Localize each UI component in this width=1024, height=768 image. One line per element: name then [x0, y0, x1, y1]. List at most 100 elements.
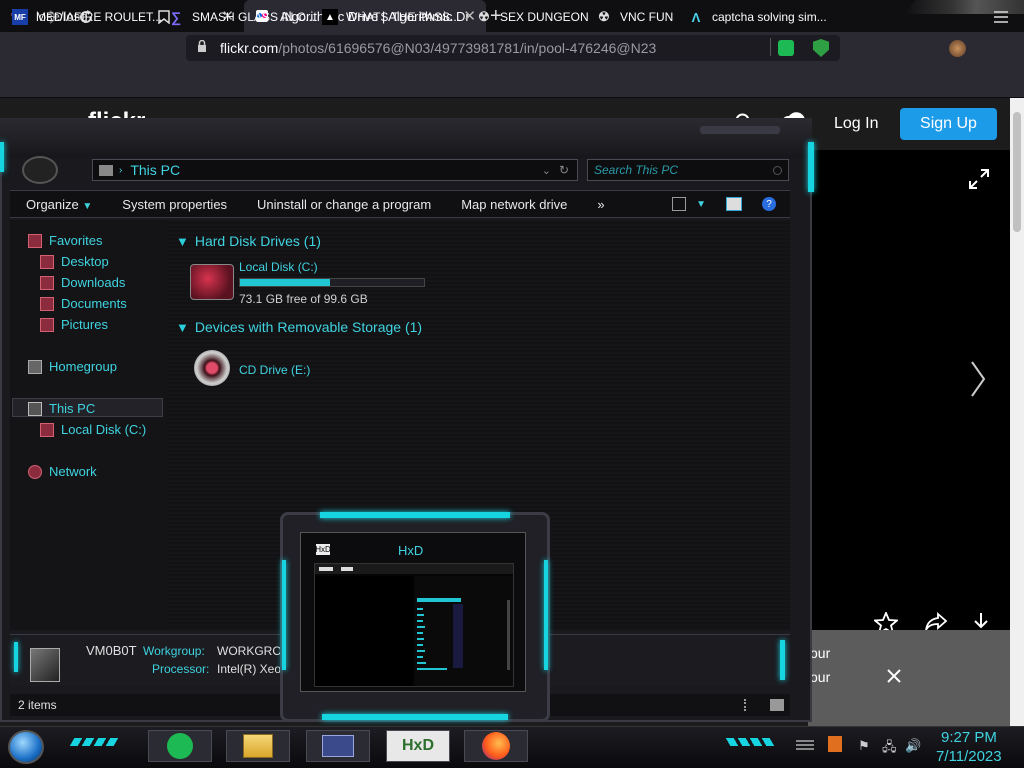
hxd-taskbar-icon: HxD [401, 737, 434, 754]
signup-button[interactable]: Sign Up [900, 108, 997, 140]
organize-button[interactable]: Organize ▼ [26, 197, 92, 212]
next-photo-icon[interactable] [970, 360, 986, 408]
bookmark-whats-the-pass[interactable]: ▲ WHATS THE PASS... [322, 8, 460, 26]
bookmark-label: VNC FUN [620, 10, 674, 24]
taskbar-app-notes[interactable] [148, 730, 212, 762]
address-text: This PC [130, 162, 181, 178]
nav-homegroup[interactable]: Homegroup [28, 359, 117, 374]
cd-drive-label[interactable]: CD Drive (E:) [239, 363, 310, 377]
show-desktop-icon[interactable] [796, 740, 814, 752]
nav-network[interactable]: Network [28, 464, 97, 479]
bookmark-label: WHATS THE PASS... [346, 10, 461, 24]
bookmark-label: SMASH GLASS IN C... [192, 10, 316, 24]
group-header-hdd[interactable]: ▼ Hard Disk Drives (1) [176, 233, 321, 249]
url-path: /photos/61696576@N03/49773981781/in/pool… [278, 40, 657, 56]
bookmark-label: captcha solving sim... [712, 10, 827, 24]
network-tray-icon[interactable]: 🖧 [882, 738, 897, 760]
hazard-icon: ☢ [478, 9, 490, 24]
close-icon[interactable] [886, 664, 902, 690]
bookmark-vnc-fun[interactable]: ☢ VNC FUN [596, 8, 673, 26]
hxd-window-preview[interactable] [314, 563, 514, 687]
nav-desktop[interactable]: Desktop [40, 254, 109, 269]
extension-icon[interactable] [778, 40, 794, 56]
collapse-icon: ▼ [176, 319, 189, 335]
cookie-banner [808, 630, 1010, 726]
frame-accent [808, 142, 814, 192]
close-tab-icon[interactable]: ✕ [463, 7, 476, 25]
nav-pictures[interactable]: Pictures [40, 317, 108, 332]
computer-icon [30, 648, 60, 682]
explorer-titlebar [0, 118, 812, 158]
hard-drive-icon[interactable] [190, 264, 234, 300]
details-view-icon[interactable] [744, 699, 754, 711]
hxd-app-icon: HxD [315, 544, 331, 555]
processor-value: Intel(R) Xeon [217, 662, 288, 676]
view-options-icon[interactable] [672, 197, 687, 211]
collapse-icon: ▼ [176, 233, 189, 249]
uninstall-program-button[interactable]: Uninstall or change a program [257, 197, 431, 212]
avatar[interactable] [949, 40, 966, 57]
expand-icon[interactable] [968, 168, 990, 196]
lock-icon[interactable] [197, 39, 207, 56]
url-bar[interactable]: flickr.com/photos/61696576@N03/497739817… [186, 35, 840, 61]
captcha-icon: Λ [691, 9, 701, 25]
downloads-icon [40, 275, 54, 290]
app-tray-icon[interactable] [828, 736, 842, 752]
bookmark-captcha[interactable]: Λ captcha solving sim... [688, 8, 827, 26]
volume-icon[interactable]: 🔊 [905, 738, 921, 754]
taskbar-app-hxd[interactable]: HxD [386, 730, 450, 762]
chevron-down-icon: ▼ [82, 200, 93, 212]
nav-downloads[interactable]: Downloads [40, 275, 125, 290]
address-bar[interactable]: › This PC ⌄ ↻ [92, 159, 578, 181]
pass-icon: ▲ [322, 9, 338, 25]
chevron-right-icon: › [119, 164, 123, 176]
map-network-drive-button[interactable]: Map network drive [461, 197, 567, 212]
menu-icon[interactable] [990, 6, 1012, 28]
scrollbar-thumb[interactable] [1013, 112, 1021, 232]
refresh-icon[interactable]: ↻ [559, 163, 569, 177]
star-icon [28, 233, 42, 248]
more-commands-button[interactable]: » [597, 197, 604, 212]
pictures-icon [40, 317, 54, 332]
drive-icon [40, 422, 54, 437]
tiles-view-icon[interactable] [770, 699, 784, 711]
login-link[interactable]: Log In [834, 115, 878, 133]
folder-icon [243, 734, 273, 758]
frame-ornament [700, 126, 780, 134]
chevron-down-icon[interactable]: ⌄ [542, 164, 551, 177]
desktop-icon [40, 254, 54, 269]
nav-documents[interactable]: Documents [40, 296, 127, 311]
nav-local-disk[interactable]: Local Disk (C:) [40, 422, 146, 437]
bookmark-smash-glass[interactable]: ∑ SMASH GLASS IN C... [168, 8, 315, 26]
flag-icon[interactable]: ⚑ [858, 738, 870, 754]
taskbar-ornament [725, 738, 775, 746]
taskbar-app-explorer[interactable] [226, 730, 290, 762]
clock-time[interactable]: 9:27 PM [941, 729, 997, 746]
window-app-icon [322, 735, 354, 757]
nav-favorites[interactable]: Favorites [28, 233, 102, 248]
clock-date[interactable]: 7/11/2023 [936, 748, 1002, 765]
start-button[interactable] [8, 730, 44, 764]
nav-this-pc[interactable]: This PC [28, 401, 95, 416]
documents-icon [40, 296, 54, 311]
system-properties-button[interactable]: System properties [122, 197, 227, 212]
notes-app-icon [167, 733, 193, 759]
group-header-removable[interactable]: ▼ Devices with Removable Storage (1) [176, 319, 422, 335]
frame-accent [282, 560, 286, 670]
search-input[interactable]: Search This PC [587, 159, 789, 181]
bookmark-label: SEX DUNGEON [500, 10, 589, 24]
chevron-down-icon[interactable]: ▼ [696, 199, 706, 210]
frame-accent [780, 640, 785, 680]
frame-accent [0, 142, 4, 172]
preview-pane-icon[interactable] [726, 197, 742, 211]
taskbar-app-firefox[interactable] [464, 730, 528, 762]
cd-drive-icon[interactable] [194, 350, 230, 386]
hxd-title: HxD [398, 543, 424, 558]
drive-c-label[interactable]: Local Disk (C:) [239, 260, 318, 274]
pc-icon [28, 401, 42, 416]
bookmark-mediafire[interactable]: MF MEDIAFIRE ROULET... [12, 8, 162, 26]
bookmark-dungeon[interactable]: ☢ SEX DUNGEON [476, 8, 589, 26]
taskbar-app-window[interactable] [306, 730, 370, 762]
item-count: 2 items [18, 698, 57, 712]
help-icon[interactable]: ? [762, 197, 776, 211]
